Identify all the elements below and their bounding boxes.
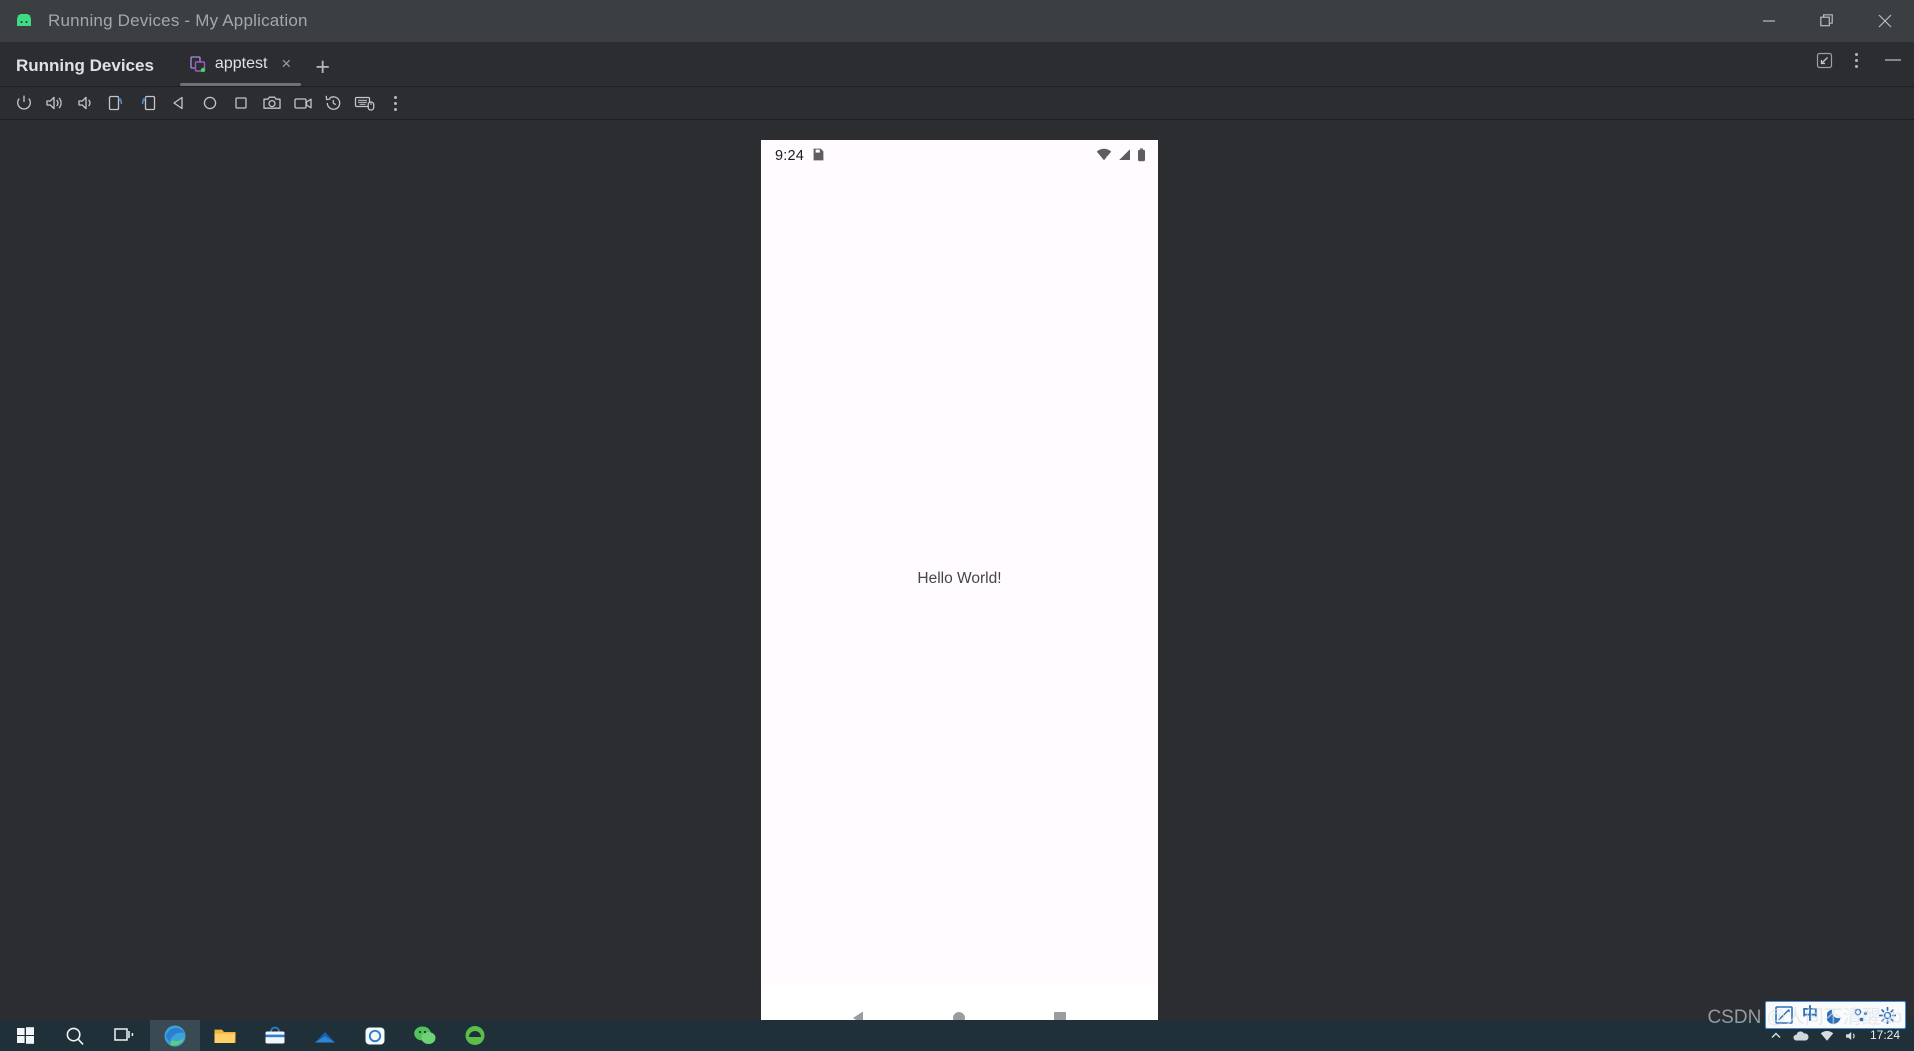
ime-pen-icon[interactable] <box>1775 1006 1793 1024</box>
app-window: Running Devices - My Application Running… <box>0 0 1914 1051</box>
android-status-bar: 9:24 x <box>761 140 1158 172</box>
emulator-screen[interactable]: 9:24 x Hello World! <box>761 140 1158 1050</box>
android-icon <box>14 14 34 28</box>
ime-settings-icon[interactable] <box>1879 1006 1896 1024</box>
ime-toolbar[interactable]: 中 <box>1764 1001 1906 1029</box>
taskbar-mail-icon[interactable] <box>300 1020 350 1051</box>
tab-label: apptest <box>214 55 268 72</box>
taskbar-app-list <box>0 1020 500 1051</box>
screen-record-icon[interactable] <box>287 88 318 119</box>
tab-apptest[interactable]: apptest × <box>176 42 305 86</box>
taskbar-taskview-icon[interactable] <box>100 1020 150 1051</box>
collapse-icon[interactable] <box>1808 42 1840 86</box>
battery-icon <box>1137 147 1146 165</box>
home-button-icon[interactable] <box>194 88 225 119</box>
device-display-area[interactable]: 9:24 x Hello World! <box>0 120 1914 1050</box>
hide-icon[interactable] <box>1872 42 1914 86</box>
status-bar-left: 9:24 <box>775 148 824 164</box>
taskbar-settings-icon[interactable] <box>350 1020 400 1051</box>
device-icon <box>190 55 207 73</box>
volume-up-icon[interactable] <box>39 88 70 119</box>
taskbar-wechat-icon[interactable] <box>400 1020 450 1051</box>
tray-network-icon[interactable] <box>1820 1030 1834 1042</box>
taskbar-explorer-icon[interactable] <box>200 1020 250 1051</box>
more-options-icon[interactable] <box>1840 42 1872 86</box>
window-title: Running Devices - My Application <box>48 11 308 30</box>
windows-taskbar: 17:24 中 <box>0 1001 1914 1051</box>
taskbar-edge-icon[interactable] <box>150 1020 200 1051</box>
back-button-icon[interactable] <box>163 88 194 119</box>
wifi-off-icon: x <box>1096 148 1112 164</box>
hello-world-text: Hello World! <box>917 569 1002 587</box>
device-toolbar <box>0 87 1914 120</box>
ime-moon-icon[interactable] <box>1827 1007 1844 1024</box>
power-button-icon[interactable] <box>8 88 39 119</box>
taskbar-clock[interactable]: 17:24 <box>1870 1029 1900 1042</box>
back-in-time-icon[interactable] <box>318 88 349 119</box>
window-minimize-button[interactable] <box>1740 0 1798 42</box>
tray-hidden-icons-icon[interactable] <box>1770 1030 1782 1042</box>
add-device-tab-button[interactable]: + <box>305 55 340 86</box>
more-actions-dots <box>394 95 397 111</box>
title-bar-left: Running Devices - My Application <box>0 11 308 31</box>
page-title: Running Devices <box>16 56 154 75</box>
hardware-input-icon[interactable] <box>349 88 380 119</box>
rotate-right-icon[interactable] <box>132 88 163 119</box>
window-close-button[interactable] <box>1856 0 1914 42</box>
window-title-bar: Running Devices - My Application <box>0 0 1914 42</box>
tray-onedrive-icon[interactable] <box>1793 1030 1809 1042</box>
ime-tools-icon[interactable] <box>1853 1007 1870 1024</box>
svg-text:x: x <box>1106 155 1109 161</box>
more-options-dots <box>1854 52 1858 68</box>
tray-volume-icon[interactable] <box>1845 1030 1859 1042</box>
overview-button-icon[interactable] <box>225 88 256 119</box>
status-bar-clock: 9:24 <box>775 148 805 164</box>
signal-icon <box>1118 148 1131 164</box>
screenshot-icon[interactable] <box>256 88 287 119</box>
status-bar-right: x <box>1096 147 1146 165</box>
window-restore-button[interactable] <box>1798 0 1856 42</box>
taskbar-store-icon[interactable] <box>250 1020 300 1051</box>
tool-window-header: Running Devices apptest × + <box>0 42 1914 87</box>
taskbar-start-icon[interactable] <box>0 1020 50 1051</box>
ime-mode-label[interactable]: 中 <box>1802 1007 1818 1023</box>
app-content-area: Hello World! <box>761 172 1158 985</box>
taskbar-android-studio-icon[interactable] <box>450 1020 500 1051</box>
sd-card-icon <box>813 148 824 164</box>
more-actions-icon[interactable] <box>380 88 411 119</box>
volume-down-icon[interactable] <box>70 88 101 119</box>
taskbar-search-icon[interactable] <box>50 1020 100 1051</box>
rotate-left-icon[interactable] <box>101 88 132 119</box>
tab-close-icon[interactable]: × <box>275 55 293 74</box>
